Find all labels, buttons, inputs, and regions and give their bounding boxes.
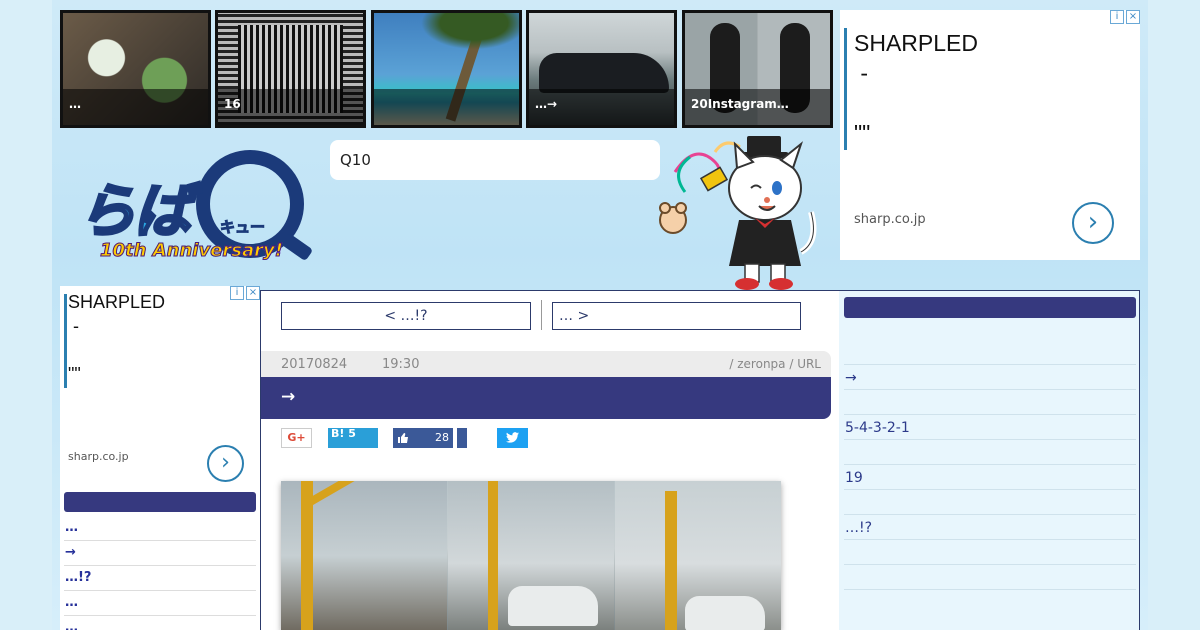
mascot-cat-icon bbox=[659, 136, 817, 290]
thumbnail-caption: 16 bbox=[218, 89, 363, 125]
left-sidebar: … → …!? … … bbox=[60, 486, 260, 630]
next-article-button[interactable]: … > bbox=[552, 302, 801, 330]
page-background-right bbox=[1148, 0, 1200, 630]
facebook-like-count: 28 bbox=[435, 431, 449, 444]
facebook-like-button[interactable]: 28 bbox=[393, 428, 453, 448]
nav-divider bbox=[541, 300, 542, 330]
twitter-bird-icon bbox=[506, 432, 519, 443]
photo-pane bbox=[281, 481, 447, 630]
ad-domain[interactable]: sharp.co.jp bbox=[68, 450, 129, 463]
thumbnail-1[interactable]: … bbox=[60, 10, 211, 128]
left-sidebar-item[interactable]: … bbox=[64, 591, 256, 616]
left-sidebar-item[interactable]: …!? bbox=[64, 566, 256, 591]
ad-info-icon[interactable]: i bbox=[1110, 10, 1124, 24]
right-sidebar-item[interactable]: 19 bbox=[844, 465, 1136, 490]
prev-article-button[interactable]: < …!? bbox=[281, 302, 531, 330]
thumbnail-caption bbox=[374, 89, 519, 125]
right-sidebar-item[interactable] bbox=[844, 565, 1136, 590]
left-sidebar-item[interactable]: … bbox=[64, 516, 256, 541]
search-input[interactable] bbox=[330, 140, 660, 180]
ad-close-icon[interactable]: × bbox=[246, 286, 260, 300]
ad-accent-bar bbox=[844, 28, 847, 150]
post-title[interactable]: → bbox=[261, 377, 831, 419]
post-meta: 20170824 19:30 / zeronpa / URL bbox=[261, 351, 831, 377]
photo-pane bbox=[448, 481, 614, 630]
ad-choices: i × bbox=[1110, 10, 1140, 24]
ad-choices: i × bbox=[230, 286, 260, 300]
page-background-left bbox=[0, 0, 52, 630]
ad-info-icon[interactable]: i bbox=[230, 286, 244, 300]
thumbnail-caption: …→ bbox=[529, 89, 674, 125]
left-sidebar-item[interactable]: → bbox=[64, 541, 256, 566]
ad-headline[interactable]: SHARPLED - "" bbox=[68, 290, 165, 386]
twitter-share-button[interactable] bbox=[497, 428, 528, 448]
logo-text: らば bbox=[76, 176, 193, 247]
right-sidebar-item[interactable] bbox=[844, 490, 1136, 515]
thumbnail-2[interactable]: 16 bbox=[215, 10, 366, 128]
ad-go-button[interactable]: › bbox=[207, 445, 244, 482]
thumbnail-caption: 20Instagram… bbox=[685, 89, 830, 125]
article-image[interactable] bbox=[281, 481, 781, 630]
photo-pane bbox=[615, 481, 781, 630]
post-author[interactable]: / zeronpa / URL bbox=[729, 357, 821, 371]
ad-headline[interactable]: SHARPLED - "" bbox=[854, 28, 978, 148]
right-sidebar-header bbox=[844, 297, 1136, 318]
post-date: 20170824 bbox=[281, 357, 348, 372]
thumbnail-5[interactable]: 20Instagram… bbox=[682, 10, 833, 128]
ad-banner-left[interactable]: i × SHARPLED - "" sharp.co.jp › bbox=[60, 286, 260, 486]
google-plus-share-button[interactable]: G+ bbox=[281, 428, 312, 448]
thumbnail-3[interactable] bbox=[371, 10, 522, 128]
featured-thumbnails: … 16 …→ 20Instagram… bbox=[60, 10, 835, 128]
right-sidebar-item[interactable] bbox=[844, 440, 1136, 465]
right-sidebar-item[interactable] bbox=[844, 390, 1136, 415]
right-sidebar-item[interactable] bbox=[844, 340, 1136, 365]
ad-go-button[interactable]: › bbox=[1072, 202, 1114, 244]
thumbs-up-icon bbox=[397, 428, 409, 451]
left-sidebar-item[interactable]: … bbox=[64, 616, 256, 630]
article: < …!? … > 20170824 19:30 / zeronpa / URL… bbox=[261, 291, 839, 630]
right-sidebar-item[interactable]: → bbox=[844, 365, 1136, 390]
site-logo[interactable]: らば キュー 10th Anniversary! bbox=[76, 150, 308, 270]
logo-cue-text: キュー bbox=[219, 218, 266, 237]
post-time: 19:30 bbox=[382, 357, 420, 372]
right-sidebar-item[interactable] bbox=[844, 540, 1136, 565]
ad-domain[interactable]: sharp.co.jp bbox=[854, 212, 926, 227]
right-sidebar-item[interactable]: 5-4-3-2-1 bbox=[844, 415, 1136, 440]
facebook-share-button[interactable] bbox=[457, 428, 467, 448]
ad-close-icon[interactable]: × bbox=[1126, 10, 1140, 24]
thumbnail-4[interactable]: …→ bbox=[526, 10, 677, 128]
hatena-bookmark-button[interactable]: B! 5 bbox=[328, 428, 378, 448]
ad-banner-top[interactable]: i × SHARPLED - "" sharp.co.jp › bbox=[840, 10, 1140, 260]
right-sidebar-item[interactable]: …!? bbox=[844, 515, 1136, 540]
logo-anniversary-text: 10th Anniversary! bbox=[100, 240, 284, 262]
left-sidebar-header bbox=[64, 492, 256, 512]
thumbnail-caption: … bbox=[63, 89, 208, 125]
ad-accent-bar bbox=[64, 294, 67, 388]
right-sidebar: → 5-4-3-2-1 19 …!? bbox=[844, 297, 1136, 590]
